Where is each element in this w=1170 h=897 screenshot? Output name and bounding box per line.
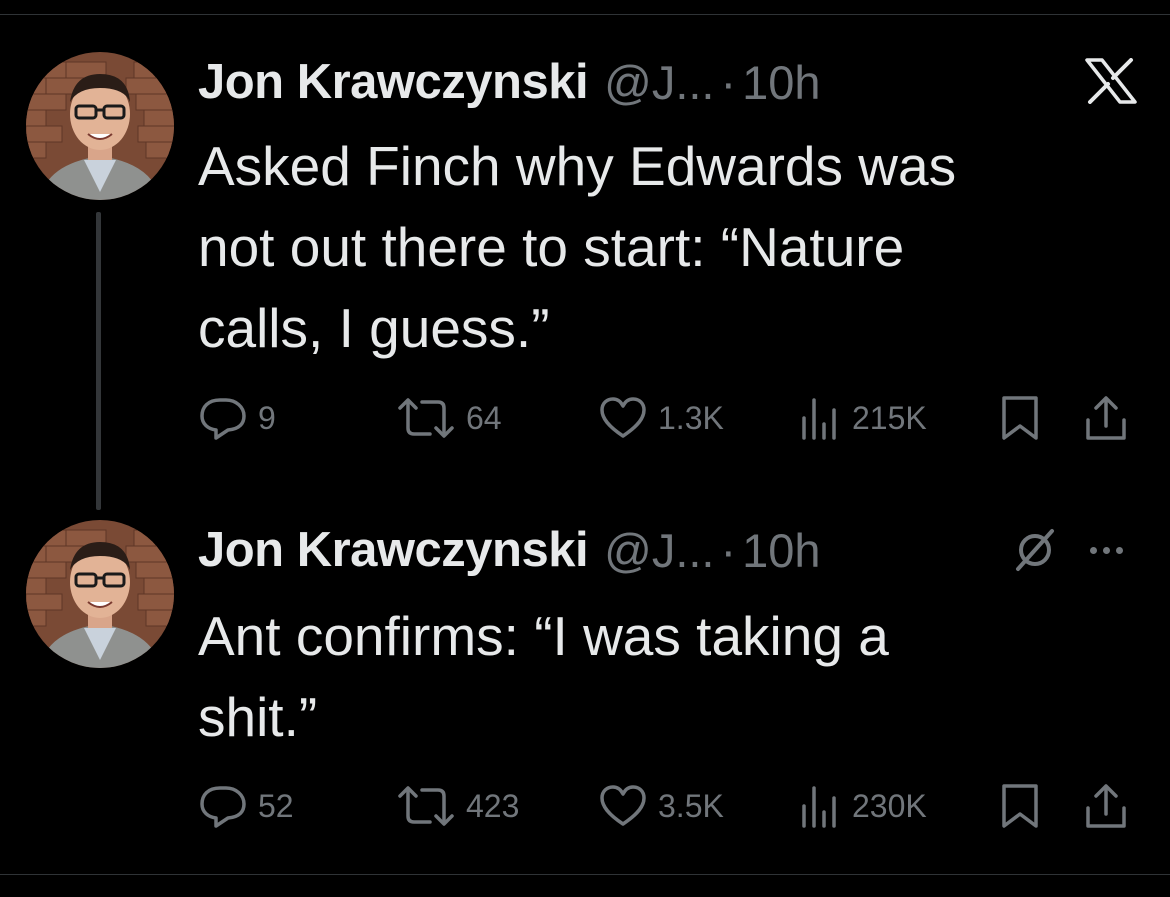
bottom-divider xyxy=(0,874,1170,875)
bookmark-icon xyxy=(998,782,1042,830)
share-icon xyxy=(1084,782,1128,830)
repost-count: 64 xyxy=(466,399,502,436)
reply-icon xyxy=(198,784,248,828)
repost-icon xyxy=(396,396,456,440)
share-icon xyxy=(1084,394,1128,442)
views-chart-icon xyxy=(798,784,842,828)
author-name[interactable]: Jon Krawczynski xyxy=(198,522,589,578)
like-count: 3.5K xyxy=(658,787,724,824)
repost-button[interactable]: 423 xyxy=(396,776,519,836)
author-handle[interactable]: @J... xyxy=(604,523,714,578)
heart-icon xyxy=(598,784,648,828)
repost-count: 423 xyxy=(466,787,520,824)
thread-connector xyxy=(96,212,101,510)
heart-icon xyxy=(598,396,648,440)
views-button[interactable]: 230K xyxy=(798,776,927,836)
views-button[interactable]: 215K xyxy=(798,388,927,448)
bookmark-button[interactable] xyxy=(998,776,1042,836)
top-divider xyxy=(0,14,1170,15)
tweet-header: Jon Krawczynski @J... · 10h xyxy=(198,50,821,114)
tweet-text: Ant confirms: “I was taking a shit.” xyxy=(198,605,889,748)
views-count: 230K xyxy=(852,787,927,824)
views-chart-icon xyxy=(798,396,842,440)
author-handle[interactable]: @J... xyxy=(604,55,714,110)
reply-button[interactable]: 9 xyxy=(198,388,276,448)
reply-icon xyxy=(198,396,248,440)
separator-dot: · xyxy=(720,55,737,109)
reply-count: 52 xyxy=(258,787,294,824)
separator-dot: · xyxy=(720,523,737,577)
more-icon[interactable] xyxy=(1090,530,1123,570)
bookmark-icon xyxy=(998,394,1042,442)
avatar[interactable] xyxy=(26,520,174,668)
tweet-text: Asked Finch why Edwards was not out ther… xyxy=(198,135,957,359)
like-button[interactable]: 1.3K xyxy=(598,388,724,448)
tweet-actions: 9 64 1.3K 215K xyxy=(198,388,1138,448)
share-button[interactable] xyxy=(1084,776,1128,836)
avatar[interactable] xyxy=(26,52,174,200)
views-count: 215K xyxy=(852,399,927,436)
share-button[interactable] xyxy=(1084,388,1128,448)
timestamp[interactable]: 10h xyxy=(742,523,820,578)
like-count: 1.3K xyxy=(658,399,724,436)
like-button[interactable]: 3.5K xyxy=(598,776,724,836)
repost-icon xyxy=(396,784,456,828)
timestamp[interactable]: 10h xyxy=(742,55,820,110)
grok-slash-icon[interactable] xyxy=(1012,527,1058,578)
tweet-header: Jon Krawczynski @J... · 10h xyxy=(198,518,821,582)
reply-button[interactable]: 52 xyxy=(198,776,294,836)
bookmark-button[interactable] xyxy=(998,388,1042,448)
x-logo-icon xyxy=(1085,58,1137,109)
author-name[interactable]: Jon Krawczynski xyxy=(198,54,589,110)
repost-button[interactable]: 64 xyxy=(396,388,502,448)
tweet-actions: 52 423 3.5K 230K xyxy=(198,776,1138,836)
reply-count: 9 xyxy=(258,399,276,436)
